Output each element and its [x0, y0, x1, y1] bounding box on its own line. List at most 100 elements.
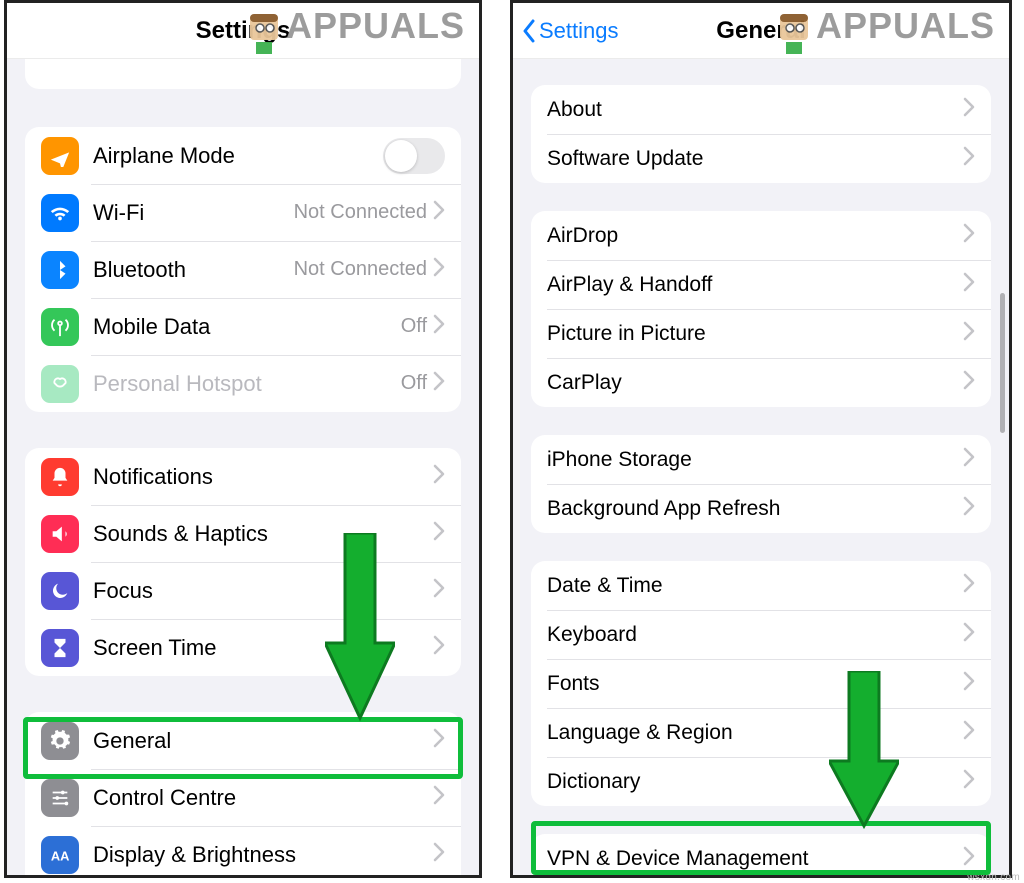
- row-bluetooth[interactable]: BluetoothNot Connected: [25, 241, 461, 298]
- row-label: General: [93, 728, 433, 754]
- hourglass-icon: [41, 629, 79, 667]
- watermark-right: APPUALS: [776, 5, 995, 56]
- row-display[interactable]: AADisplay & Brightness: [25, 826, 461, 878]
- group-connectivity: Airplane ModeWi-FiNot ConnectedBluetooth…: [25, 127, 461, 412]
- row-general[interactable]: General: [25, 712, 461, 769]
- chevron-right-icon: [433, 728, 445, 753]
- row-label: Airplane Mode: [93, 143, 383, 169]
- chevron-right-icon: [963, 447, 975, 472]
- chevron-right-icon: [963, 223, 975, 248]
- row-label: Wi-Fi: [93, 200, 294, 226]
- chevron-right-icon: [963, 573, 975, 598]
- wifi-icon: [41, 194, 79, 232]
- scrollbar-indicator[interactable]: [1000, 293, 1005, 433]
- row-label: Mobile Data: [93, 314, 401, 340]
- chevron-right-icon: [963, 496, 975, 521]
- row-label: Control Centre: [93, 785, 433, 811]
- chevron-right-icon: [433, 464, 445, 489]
- row-label: Keyboard: [547, 623, 963, 647]
- row-storage[interactable]: iPhone Storage: [531, 435, 991, 484]
- row-lang[interactable]: Language & Region: [531, 708, 991, 757]
- group-datetime: Date & Time Keyboard Fonts Language & Regio…: [531, 561, 991, 806]
- profile-card-stub[interactable]: [25, 59, 461, 89]
- row-vpn[interactable]: VPN & Device Management: [531, 834, 991, 878]
- row-sounds[interactable]: Sounds & Haptics: [25, 505, 461, 562]
- arrow-to-vpn: [829, 671, 899, 836]
- row-airplay[interactable]: AirPlay & Handoff: [531, 260, 991, 309]
- row-label: Software Update: [547, 147, 963, 171]
- chevron-right-icon: [433, 578, 445, 603]
- settings-general-screen: APPUALS Settings General AboutSoftware U…: [510, 0, 1012, 878]
- row-label: Dictionary: [547, 770, 963, 794]
- footer-credit: wsxdn.com: [967, 872, 1020, 883]
- arrow-to-general: [325, 533, 395, 728]
- chevron-right-icon: [433, 521, 445, 546]
- row-datetime[interactable]: Date & Time: [531, 561, 991, 610]
- row-hotspot[interactable]: Personal HotspotOff: [25, 355, 461, 412]
- chevron-right-icon: [433, 635, 445, 660]
- group-vpn: VPN & Device Management: [531, 834, 991, 878]
- sliders-icon: [41, 779, 79, 817]
- row-label: iPhone Storage: [547, 448, 963, 472]
- bell-icon: [41, 458, 79, 496]
- chevron-right-icon: [963, 370, 975, 395]
- chevron-right-icon: [433, 257, 445, 282]
- row-label: VPN & Device Management: [547, 847, 963, 871]
- back-button[interactable]: Settings: [521, 3, 619, 58]
- row-label: AirDrop: [547, 224, 963, 248]
- row-label: Language & Region: [547, 721, 963, 745]
- row-label: Bluetooth: [93, 257, 294, 283]
- chevron-right-icon: [963, 622, 975, 647]
- row-keyboard[interactable]: Keyboard: [531, 610, 991, 659]
- row-mobile[interactable]: Mobile DataOff: [25, 298, 461, 355]
- group-system: General Control Centre AADisplay & Brightn…: [25, 712, 461, 878]
- row-bgapp[interactable]: Background App Refresh: [531, 484, 991, 533]
- plane-icon: [41, 137, 79, 175]
- chevron-right-icon: [963, 671, 975, 696]
- group-airdrop: AirDrop AirPlay & Handoff Picture in Pictu…: [531, 211, 991, 407]
- row-carplay[interactable]: CarPlay: [531, 358, 991, 407]
- watermark-left: APPUALS: [246, 5, 465, 56]
- row-airplane[interactable]: Airplane Mode: [25, 127, 461, 184]
- chevron-right-icon: [963, 146, 975, 171]
- row-value: Not Connected: [294, 201, 427, 224]
- row-label: About: [547, 98, 963, 122]
- row-pip[interactable]: Picture in Picture: [531, 309, 991, 358]
- row-label: Date & Time: [547, 574, 963, 598]
- row-screentime[interactable]: Screen Time: [25, 619, 461, 676]
- chevron-right-icon: [963, 769, 975, 794]
- chevron-right-icon: [433, 842, 445, 867]
- row-value: Not Connected: [294, 258, 427, 281]
- chevron-right-icon: [963, 272, 975, 297]
- chevron-right-icon: [963, 321, 975, 346]
- row-about[interactable]: About: [531, 85, 991, 134]
- back-label: Settings: [539, 18, 619, 44]
- row-label: Background App Refresh: [547, 497, 963, 521]
- row-label: Notifications: [93, 464, 433, 490]
- row-label: AirPlay & Handoff: [547, 273, 963, 297]
- row-control[interactable]: Control Centre: [25, 769, 461, 826]
- chevron-right-icon: [433, 371, 445, 396]
- toggle-switch[interactable]: [383, 138, 445, 174]
- group-storage: iPhone Storage Background App Refresh: [531, 435, 991, 533]
- row-label: Personal Hotspot: [93, 371, 401, 397]
- chevron-right-icon: [433, 314, 445, 339]
- row-airdrop[interactable]: AirDrop: [531, 211, 991, 260]
- settings-root-screen: APPUALS Settings Airplane ModeWi-FiNot C…: [4, 0, 482, 878]
- chevron-right-icon: [963, 720, 975, 745]
- row-dict[interactable]: Dictionary: [531, 757, 991, 806]
- moon-icon: [41, 572, 79, 610]
- svg-text:AA: AA: [51, 848, 70, 863]
- chevron-right-icon: [963, 846, 975, 871]
- row-notifications[interactable]: Notifications: [25, 448, 461, 505]
- row-fonts[interactable]: Fonts: [531, 659, 991, 708]
- group-about: About Software Update: [531, 85, 991, 183]
- row-value: Off: [401, 315, 427, 338]
- row-wifi[interactable]: Wi-FiNot Connected: [25, 184, 461, 241]
- row-label: Fonts: [547, 672, 963, 696]
- gear-icon: [41, 722, 79, 760]
- row-swupd[interactable]: Software Update: [531, 134, 991, 183]
- chevron-right-icon: [433, 785, 445, 810]
- bluetooth-icon: [41, 251, 79, 289]
- row-focus[interactable]: Focus: [25, 562, 461, 619]
